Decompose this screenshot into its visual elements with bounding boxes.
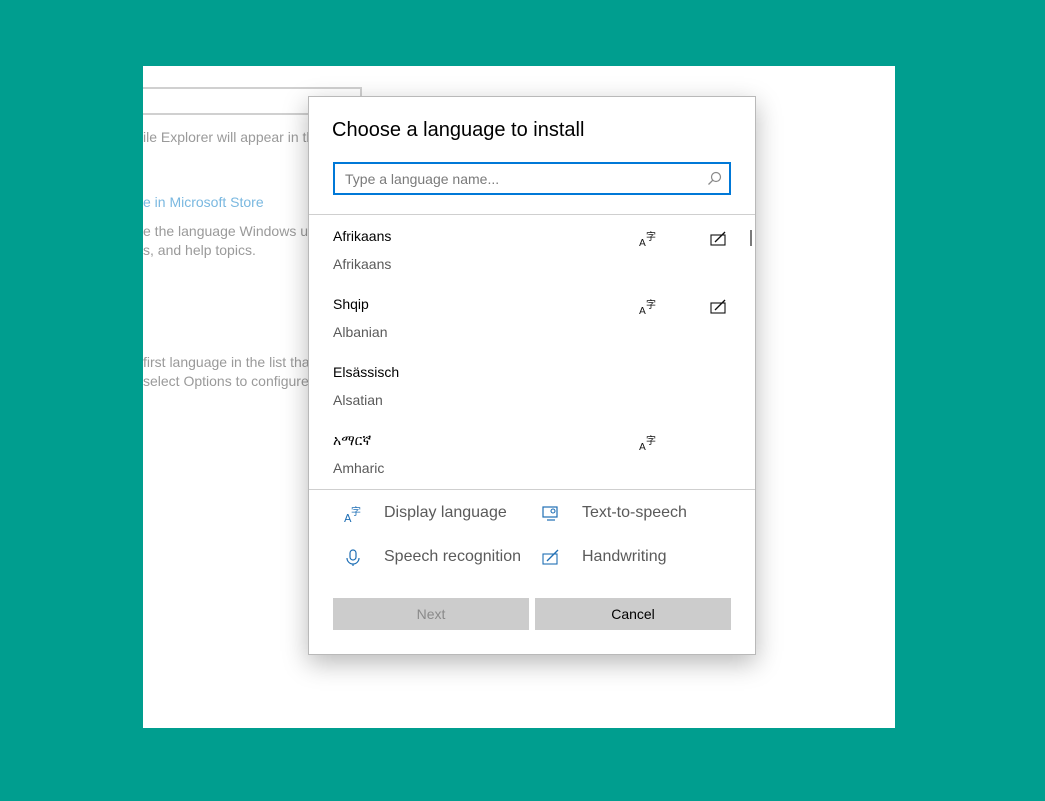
search-icon[interactable] bbox=[707, 171, 722, 186]
language-item-amharic[interactable]: አማርኛ Amharic A 字 bbox=[309, 420, 749, 488]
language-native-name: አማርኛ bbox=[333, 432, 372, 448]
language-native-name: Shqip bbox=[333, 296, 369, 312]
language-native-name: Afrikaans bbox=[333, 228, 392, 244]
language-english-name: Albanian bbox=[333, 324, 388, 340]
legend-label: Speech recognition bbox=[384, 548, 521, 565]
language-item-afrikaans[interactable]: Afrikaans Afrikaans A 字 bbox=[309, 216, 749, 284]
settings-text: ile Explorer will appear in th bbox=[143, 129, 315, 145]
legend-label: Handwriting bbox=[582, 548, 667, 565]
svg-text:字: 字 bbox=[351, 505, 361, 518]
next-button[interactable]: Next bbox=[333, 598, 529, 630]
list-scrollbar[interactable] bbox=[750, 230, 752, 246]
legend-label: Display language bbox=[384, 504, 507, 521]
language-search-input[interactable] bbox=[335, 164, 705, 193]
svg-text:A: A bbox=[639, 306, 646, 315]
svg-text:A: A bbox=[639, 238, 646, 247]
language-item-albanian[interactable]: Shqip Albanian A 字 bbox=[309, 284, 749, 352]
settings-text: select Options to configure bbox=[143, 373, 309, 389]
language-english-name: Amharic bbox=[333, 460, 385, 476]
display-language-icon: A 字 bbox=[639, 435, 656, 451]
language-item-alsatian[interactable]: Elsässisch Alsatian bbox=[309, 352, 749, 420]
handwriting-icon bbox=[710, 299, 726, 314]
svg-text:A: A bbox=[639, 442, 646, 451]
display-language-icon: A 字 bbox=[639, 299, 656, 315]
language-english-name: Alsatian bbox=[333, 392, 383, 408]
microphone-icon bbox=[346, 549, 360, 566]
choose-language-dialog: Choose a language to install Afrikaans A… bbox=[308, 96, 756, 655]
handwriting-icon bbox=[710, 231, 726, 246]
display-language-icon: A 字 bbox=[344, 505, 361, 523]
language-search-box[interactable] bbox=[333, 162, 731, 195]
cancel-button[interactable]: Cancel bbox=[535, 598, 731, 630]
settings-text: s, and help topics. bbox=[143, 242, 256, 258]
display-language-icon: A 字 bbox=[639, 231, 656, 247]
svg-text:字: 字 bbox=[646, 231, 656, 243]
list-top-divider bbox=[309, 214, 755, 215]
dialog-title: Choose a language to install bbox=[332, 119, 585, 141]
settings-text: first language in the list tha bbox=[143, 354, 310, 370]
text-to-speech-icon bbox=[542, 506, 558, 521]
svg-text:字: 字 bbox=[646, 299, 656, 311]
handwriting-icon bbox=[542, 549, 559, 565]
microsoft-store-link[interactable]: e in Microsoft Store bbox=[143, 194, 264, 210]
list-bottom-divider bbox=[309, 489, 755, 490]
legend-label: Text-to-speech bbox=[582, 504, 687, 521]
svg-text:字: 字 bbox=[646, 435, 656, 447]
language-list[interactable]: Afrikaans Afrikaans A 字 Shqip Albanian A… bbox=[309, 216, 755, 489]
language-native-name: Elsässisch bbox=[333, 364, 400, 380]
language-english-name: Afrikaans bbox=[333, 256, 392, 272]
settings-text: e the language Windows us bbox=[143, 223, 315, 239]
